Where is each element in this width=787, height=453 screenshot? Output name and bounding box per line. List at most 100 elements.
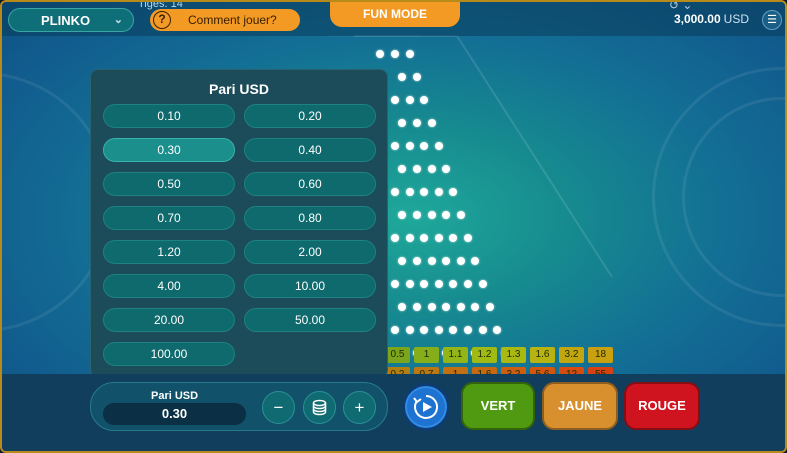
pin (464, 280, 472, 288)
bet-option[interactable]: 20.00 (103, 308, 235, 332)
pin (398, 349, 407, 357)
pin (405, 50, 414, 58)
bet-option[interactable]: 0.70 (103, 206, 235, 230)
pin (427, 349, 436, 357)
yellow-play-button[interactable]: JAUNE (542, 382, 618, 430)
game-selector[interactable]: PLINKO ⌄ (8, 8, 134, 32)
pin (420, 280, 429, 288)
pin (449, 326, 458, 334)
pin (391, 50, 399, 58)
pin (398, 211, 407, 219)
pin (391, 234, 399, 242)
history-icon[interactable]: ↺ ⌄ (669, 2, 692, 12)
pin (478, 326, 487, 334)
pin (449, 234, 458, 242)
pin (442, 165, 451, 173)
bet-amount-popup: Pari USD 0.10 0.20 0.30 0.40 0.50 0.60 0.70 0.8… (90, 69, 388, 378)
pin (427, 165, 436, 173)
autoplay-icon (413, 395, 438, 419)
pin (412, 257, 421, 265)
pin (391, 188, 399, 196)
pin (442, 211, 451, 219)
pin (405, 234, 414, 242)
pin (405, 280, 414, 288)
multiplier-cell: 3.2 (559, 347, 584, 363)
bet-option[interactable]: 1.20 (103, 240, 235, 264)
pin (391, 326, 399, 334)
pin (478, 280, 487, 288)
bet-option[interactable]: 4.00 (103, 274, 235, 298)
balance-currency: USD (723, 12, 749, 26)
bet-option[interactable]: 0.30 (103, 138, 235, 162)
bet-control-label: Pari USD (151, 390, 199, 402)
bet-option[interactable]: 0.50 (103, 172, 235, 196)
pin (427, 303, 436, 311)
pin (456, 257, 465, 265)
chevron-down-icon: ⌄ (113, 14, 123, 26)
pin (412, 303, 421, 311)
decrease-bet-button[interactable]: − (262, 391, 295, 424)
bet-list-button[interactable] (303, 391, 336, 424)
game-selector-label: PLINKO (41, 12, 91, 28)
bet-option[interactable]: 0.20 (244, 104, 376, 128)
pin (427, 257, 436, 265)
pin (442, 257, 451, 265)
pin (420, 234, 429, 242)
pin (391, 96, 399, 104)
bet-popup-title: Pari USD (209, 81, 269, 97)
multiplier-cell: 1.6 (530, 347, 555, 363)
bet-option[interactable]: 2.00 (244, 240, 376, 264)
pin (449, 188, 458, 196)
autoplay-button[interactable] (402, 383, 450, 431)
question-icon: ? (153, 11, 171, 29)
pin (493, 326, 502, 334)
pin (485, 303, 494, 311)
bet-option[interactable]: 0.80 (244, 206, 376, 230)
pin (398, 165, 407, 173)
green-play-button[interactable]: VERT (461, 382, 535, 430)
pin (420, 188, 429, 196)
pin (464, 326, 472, 334)
pin (449, 280, 458, 288)
bet-option[interactable]: 0.60 (244, 172, 376, 196)
pin (500, 349, 509, 357)
red-play-button[interactable]: ROUGE (624, 382, 700, 430)
pin (412, 73, 421, 81)
pin (471, 349, 480, 357)
bet-option[interactable]: 10.00 (244, 274, 376, 298)
pin (398, 73, 407, 81)
hamburger-icon[interactable]: ☰ (762, 10, 782, 30)
pin (405, 188, 414, 196)
how-to-play-label: Comment jouer? (188, 13, 277, 27)
bet-option[interactable]: 0.40 (244, 138, 376, 162)
pin (434, 142, 443, 150)
pin (471, 303, 480, 311)
increase-bet-button[interactable]: + (343, 391, 376, 424)
how-to-play-button[interactable]: ? Comment jouer? (150, 9, 300, 31)
pin (434, 326, 443, 334)
pin (471, 257, 480, 265)
pin (398, 257, 407, 265)
multiplier-cell: 0.5 (385, 347, 410, 363)
bet-option[interactable]: 0.10 (103, 104, 235, 128)
pin (405, 96, 414, 104)
bet-option[interactable]: 100.00 (103, 342, 235, 366)
pin (485, 349, 494, 357)
pin (391, 142, 399, 150)
pin (420, 96, 429, 104)
pin (412, 211, 421, 219)
bet-value[interactable]: 0.30 (103, 403, 246, 425)
multiplier-cell: 1.2 (472, 347, 497, 363)
pin (427, 211, 436, 219)
pin (398, 119, 407, 127)
pin (405, 142, 414, 150)
pin (434, 188, 443, 196)
game-frame: 0.511.11.21.31.63.2180.20.711.63.25.6125… (0, 0, 787, 453)
bet-option[interactable]: 50.00 (244, 308, 376, 332)
pin (442, 349, 451, 357)
pin (427, 119, 436, 127)
pin (456, 349, 465, 357)
multiplier-cell: 1.1 (443, 347, 468, 363)
pin (420, 142, 429, 150)
pin (434, 234, 443, 242)
